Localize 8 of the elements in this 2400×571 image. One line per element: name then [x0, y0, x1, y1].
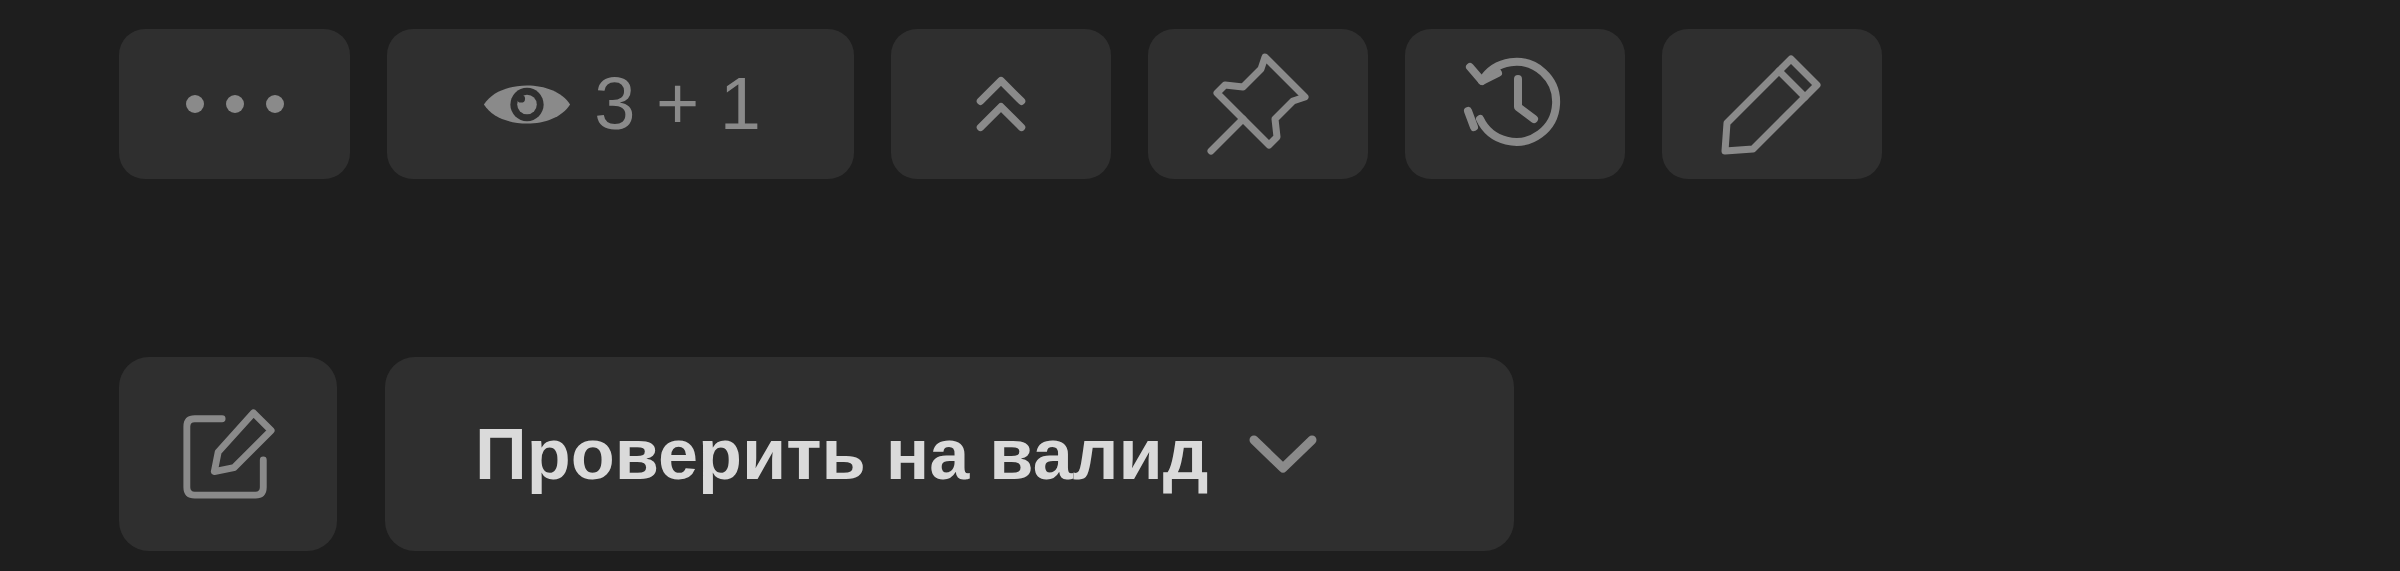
pin-button[interactable] [1148, 29, 1368, 179]
history-button[interactable] [1405, 29, 1625, 179]
more-button[interactable] [119, 29, 350, 179]
watchers-button[interactable]: 3 + 1 [387, 29, 854, 179]
edit-note-button[interactable] [119, 357, 337, 551]
edit-button[interactable] [1662, 29, 1882, 179]
validate-dropdown[interactable]: Проверить на валид [385, 357, 1514, 551]
collapse-button[interactable] [891, 29, 1111, 179]
